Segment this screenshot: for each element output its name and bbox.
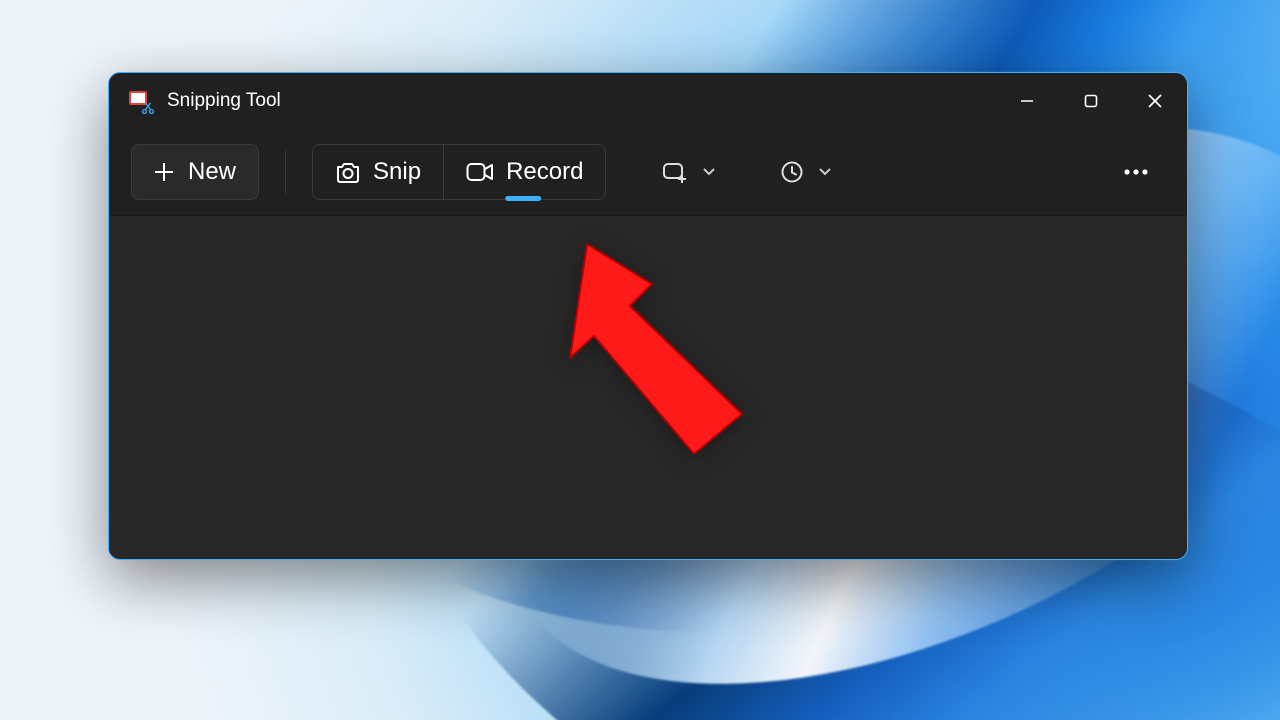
content-area	[109, 215, 1187, 559]
close-button[interactable]	[1123, 73, 1187, 129]
record-mode-label: Record	[506, 158, 583, 186]
plus-icon	[154, 162, 174, 182]
ellipsis-icon	[1123, 168, 1149, 176]
camera-icon	[335, 160, 361, 184]
active-mode-indicator	[505, 196, 541, 201]
new-button-label: New	[188, 158, 236, 186]
record-mode-button[interactable]: Record	[443, 145, 605, 199]
snip-shape-dropdown[interactable]	[644, 144, 734, 200]
toolbar-divider	[285, 150, 286, 194]
chevron-down-icon	[702, 167, 716, 177]
minimize-icon	[1019, 93, 1035, 109]
chevron-down-icon	[818, 167, 832, 177]
snip-mode-label: Snip	[373, 158, 421, 186]
toolbar: New Snip Record	[109, 129, 1187, 215]
mode-toggle-group: Snip Record	[312, 144, 606, 200]
snip-mode-button[interactable]: Snip	[313, 145, 443, 199]
rectangle-plus-icon	[662, 161, 688, 183]
titlebar[interactable]: Snipping Tool	[109, 73, 1187, 129]
new-button[interactable]: New	[131, 144, 259, 200]
clock-icon	[780, 160, 804, 184]
more-options-button[interactable]	[1107, 144, 1165, 200]
minimize-button[interactable]	[995, 73, 1059, 129]
window-controls	[995, 73, 1187, 129]
window-title: Snipping Tool	[167, 90, 281, 112]
close-icon	[1147, 93, 1163, 109]
delay-dropdown[interactable]	[762, 144, 850, 200]
maximize-button[interactable]	[1059, 73, 1123, 129]
video-icon	[466, 161, 494, 183]
snipping-tool-window: Snipping Tool New Snip	[108, 72, 1188, 560]
app-icon	[129, 89, 153, 113]
maximize-icon	[1083, 93, 1099, 109]
